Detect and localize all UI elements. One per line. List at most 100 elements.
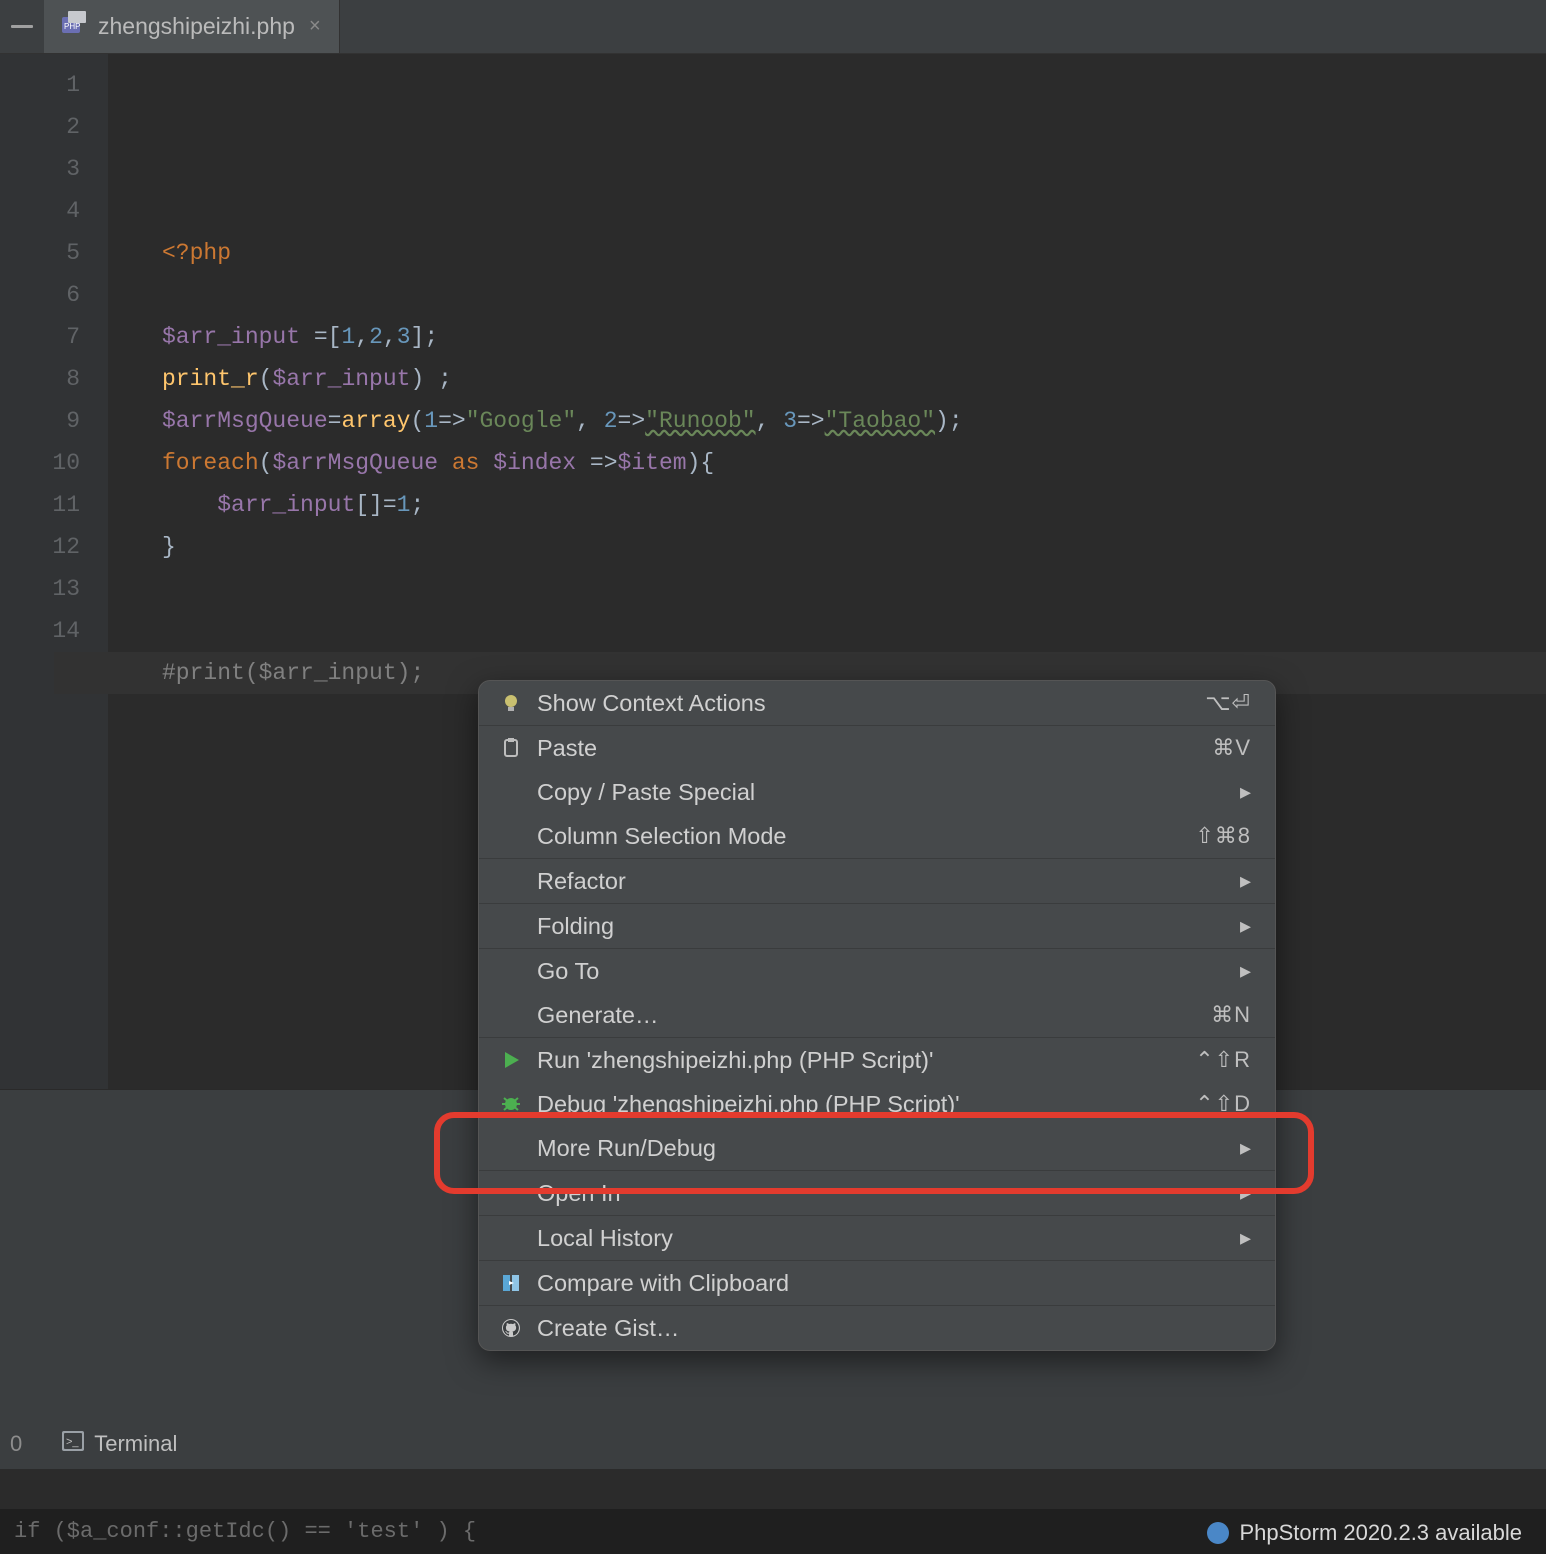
code-token: ); xyxy=(935,408,963,434)
code-token: 2 xyxy=(369,324,383,350)
update-notification[interactable]: PhpStorm 2020.2.3 available xyxy=(1207,1520,1522,1546)
close-tab-icon[interactable]: × xyxy=(309,15,321,38)
menu-label: Generate… xyxy=(537,1002,658,1029)
terminal-tool-button[interactable]: >_ Terminal xyxy=(52,1427,187,1461)
menu-run[interactable]: Run 'zhengshipeizhi.php (PHP Script)' ⌃⇧… xyxy=(479,1038,1275,1082)
code-token: => xyxy=(618,408,646,434)
line-number: 14 xyxy=(0,610,108,652)
code-token: #print($arr_input); xyxy=(162,660,424,686)
menu-local-history[interactable]: Local History ▸ xyxy=(479,1216,1275,1260)
code-token: "Google" xyxy=(466,408,576,434)
menu-debug[interactable]: Debug 'zhengshipeizhi.php (PHP Script)' … xyxy=(479,1082,1275,1126)
line-number: 2 xyxy=(0,106,108,148)
submenu-arrow-icon: ▸ xyxy=(1240,913,1251,939)
minus-icon xyxy=(11,25,33,28)
menu-label: Refactor xyxy=(537,868,626,895)
svg-text:PHP: PHP xyxy=(64,22,80,31)
line-number: 8 xyxy=(0,358,108,400)
menu-paste[interactable]: Paste ⌘V xyxy=(479,726,1275,770)
menu-open-in[interactable]: Open In ▸ xyxy=(479,1171,1275,1215)
code-token: ]; xyxy=(411,324,439,350)
line-number-gutter: 1 2 3 4 5 6 7 8 9 10 11 12 13 14 15 xyxy=(0,54,108,1089)
code-token: } xyxy=(162,534,176,560)
menu-create-gist[interactable]: Create Gist… xyxy=(479,1306,1275,1350)
run-icon xyxy=(499,1048,523,1072)
menu-label: Copy / Paste Special xyxy=(537,779,755,806)
status-bar: 0 >_ Terminal xyxy=(0,1427,187,1461)
code-token: []= xyxy=(355,492,396,518)
code-token: 1 xyxy=(397,492,411,518)
menu-label: Local History xyxy=(537,1225,673,1252)
code-token: $arrMsgQueue xyxy=(162,408,328,434)
menu-label: Debug 'zhengshipeizhi.php (PHP Script)' xyxy=(537,1091,960,1118)
editor-tabs: PHP zhengshipeizhi.php × xyxy=(0,0,1546,54)
code-token: 1 xyxy=(341,324,355,350)
status-indicator[interactable]: 0 xyxy=(10,1431,22,1457)
info-dot-icon xyxy=(1207,1522,1229,1544)
submenu-arrow-icon: ▸ xyxy=(1240,1180,1251,1206)
code-token: array xyxy=(341,408,410,434)
code-token: ){ xyxy=(687,450,715,476)
code-token: => xyxy=(576,450,617,476)
code-token: $arr_input xyxy=(162,324,300,350)
code-token: $index xyxy=(493,450,576,476)
code-token: ( xyxy=(410,408,424,434)
menu-label: Column Selection Mode xyxy=(537,823,787,850)
menu-label: Folding xyxy=(537,913,614,940)
menu-label: Open In xyxy=(537,1180,621,1207)
context-menu: Show Context Actions ⌥⏎ Paste ⌘V Copy / … xyxy=(478,680,1276,1351)
menu-more-run-debug[interactable]: More Run/Debug ▸ xyxy=(479,1126,1275,1170)
line-number: 13 xyxy=(0,568,108,610)
menu-label: Go To xyxy=(537,958,599,985)
line-number: 9 xyxy=(0,400,108,442)
line-number: 10 xyxy=(0,442,108,484)
code-token xyxy=(162,492,217,518)
line-number: 5 xyxy=(0,232,108,274)
code-token: => xyxy=(797,408,825,434)
line-number: 6 xyxy=(0,274,108,316)
line-number: 3 xyxy=(0,148,108,190)
menu-label: Show Context Actions xyxy=(537,690,766,717)
code-token: , xyxy=(576,408,604,434)
submenu-arrow-icon: ▸ xyxy=(1240,868,1251,894)
update-text: PhpStorm 2020.2.3 available xyxy=(1239,1520,1522,1546)
github-icon xyxy=(499,1316,523,1340)
menu-column-selection-mode[interactable]: Column Selection Mode ⇧⌘8 xyxy=(479,814,1275,858)
menu-shortcut: ⌘V xyxy=(1212,735,1251,761)
code-token: $arrMsgQueue xyxy=(272,450,438,476)
menu-goto[interactable]: Go To ▸ xyxy=(479,949,1275,993)
svg-text:>_: >_ xyxy=(66,1436,79,1448)
code-token: $arr_input xyxy=(272,366,410,392)
menu-refactor[interactable]: Refactor ▸ xyxy=(479,859,1275,903)
menu-label: Run 'zhengshipeizhi.php (PHP Script)' xyxy=(537,1047,934,1074)
debug-icon xyxy=(499,1092,523,1116)
bulb-icon xyxy=(499,691,523,715)
code-token: $arr_input xyxy=(217,492,355,518)
terminal-icon: >_ xyxy=(62,1431,84,1457)
code-token: 3 xyxy=(397,324,411,350)
menu-show-context-actions[interactable]: Show Context Actions ⌥⏎ xyxy=(479,681,1275,725)
code-token: = xyxy=(328,408,342,434)
code-token: , xyxy=(756,408,784,434)
line-number: 4 xyxy=(0,190,108,232)
collapse-tool-window-button[interactable] xyxy=(0,0,44,53)
code-token: foreach xyxy=(162,450,259,476)
code-token: ( xyxy=(259,366,273,392)
menu-generate[interactable]: Generate… ⌘N xyxy=(479,993,1275,1037)
code-token: 3 xyxy=(783,408,797,434)
editor-tab-active[interactable]: PHP zhengshipeizhi.php × xyxy=(44,0,340,53)
menu-label: Compare with Clipboard xyxy=(537,1270,789,1297)
clipboard-icon xyxy=(499,736,523,760)
menu-folding[interactable]: Folding ▸ xyxy=(479,904,1275,948)
code-token: 1 xyxy=(424,408,438,434)
submenu-arrow-icon: ▸ xyxy=(1240,1135,1251,1161)
compare-icon xyxy=(499,1271,523,1295)
submenu-arrow-icon: ▸ xyxy=(1240,779,1251,805)
menu-shortcut: ⌃⇧D xyxy=(1195,1091,1251,1117)
code-token: ; xyxy=(410,492,424,518)
code-token: $item xyxy=(618,450,687,476)
php-file-icon: PHP xyxy=(62,17,88,37)
menu-copy-paste-special[interactable]: Copy / Paste Special ▸ xyxy=(479,770,1275,814)
menu-compare-clipboard[interactable]: Compare with Clipboard xyxy=(479,1261,1275,1305)
line-number: 7 xyxy=(0,316,108,358)
